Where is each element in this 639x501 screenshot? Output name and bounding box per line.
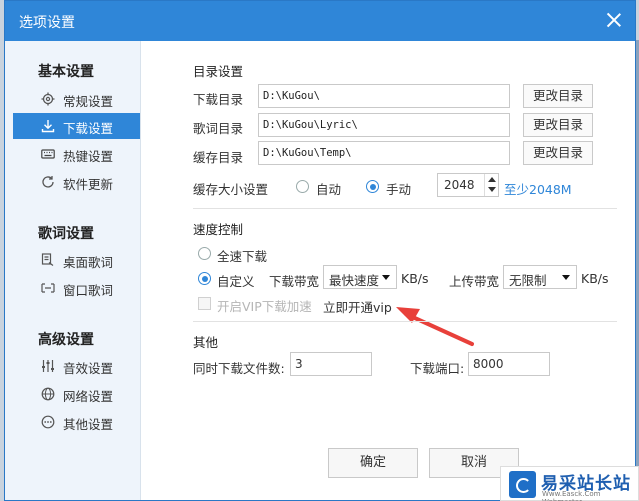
open-vip-link[interactable]: 立即开通vip: [323, 297, 392, 316]
section-title-other: 其他: [193, 335, 219, 350]
upload-bandwidth-select[interactable]: 无限制: [503, 265, 577, 289]
chevron-up-icon[interactable]: [488, 177, 496, 182]
upload-bandwidth-label: 上传带宽: [449, 274, 500, 289]
sidebar-item-label: 下载设置: [63, 121, 114, 136]
sidebar-item-label: 音效设置: [63, 361, 114, 376]
section-title-speed: 速度控制: [193, 222, 244, 237]
sidebar-item-label: 软件更新: [63, 177, 114, 192]
lyric-dir-input[interactable]: D:\KuGou\Lyric\: [258, 113, 510, 137]
download-bandwidth-value: 最快速度: [329, 273, 380, 288]
vip-accel-checkbox[interactable]: [198, 297, 211, 310]
change-cache-dir-button[interactable]: 更改目录: [523, 141, 593, 165]
custom-speed-label: 自定义: [217, 274, 255, 289]
group-title-advanced: 高级设置: [38, 332, 94, 348]
sidebar-item-label: 热键设置: [63, 149, 114, 164]
cache-dir-input[interactable]: D:\KuGou\Temp\: [258, 141, 510, 165]
sidebar-item-sound[interactable]: 音效设置: [13, 353, 140, 379]
full-speed-radio[interactable]: [198, 247, 211, 260]
close-icon[interactable]: [603, 9, 625, 31]
cache-dir-label: 缓存目录: [193, 150, 244, 165]
more-icon: [41, 415, 55, 429]
settings-content: 目录设置 下载目录 D:\KuGou\ 更改目录 歌词目录 D:\KuGou\L…: [142, 41, 635, 500]
annotation-arrow-icon: [396, 307, 474, 346]
sidebar-item-window-lyrics[interactable]: 窗口歌词: [13, 275, 140, 301]
download-icon: [41, 120, 55, 133]
sidebar-item-label: 网络设置: [63, 389, 114, 404]
sidebar-item-hotkey[interactable]: 热键设置: [13, 141, 140, 167]
title-bar[interactable]: 选项设置: [5, 1, 635, 41]
change-lyric-dir-button[interactable]: 更改目录: [523, 113, 593, 137]
concurrent-downloads-label: 同时下载文件数:: [193, 361, 285, 376]
download-unit: KB/s: [401, 271, 429, 286]
download-bandwidth-select[interactable]: 最快速度: [323, 265, 397, 289]
settings-sidebar: 基本设置 常规设置 下载设置 热键设置 软件更新 歌词设置 桌面歌词 窗口歌词 …: [5, 41, 141, 500]
ok-button[interactable]: 确定: [328, 448, 418, 478]
desktop-lyrics-icon: [41, 253, 54, 266]
equalizer-icon: [42, 360, 54, 372]
divider: [193, 208, 617, 209]
gear-icon: [41, 92, 55, 106]
custom-speed-radio[interactable]: [198, 272, 211, 285]
stepper-arrows[interactable]: [484, 174, 498, 196]
group-title-basic: 基本设置: [38, 64, 94, 80]
refresh-icon: [42, 176, 54, 188]
concurrent-downloads-input[interactable]: 3: [290, 352, 372, 376]
cache-manual-label: 手动: [386, 182, 412, 197]
sidebar-item-update[interactable]: 软件更新: [13, 169, 140, 195]
sidebar-item-download[interactable]: 下载设置: [13, 113, 140, 139]
divider: [193, 321, 617, 322]
group-title-lyrics: 歌词设置: [38, 226, 94, 242]
cache-manual-radio[interactable]: [366, 180, 379, 193]
site-watermark: 易采站长站 Www.Easck.Com Webmaster: [500, 466, 639, 501]
sidebar-item-general[interactable]: 常规设置: [13, 86, 140, 112]
globe-icon: [41, 387, 55, 401]
sidebar-item-label: 桌面歌词: [63, 255, 114, 270]
site-logo-icon: [509, 471, 536, 498]
upload-unit: KB/s: [581, 271, 609, 286]
download-port-label: 下载端口:: [410, 361, 465, 376]
download-dir-label: 下载目录: [193, 92, 244, 107]
chevron-down-icon: [562, 275, 570, 280]
chevron-down-icon[interactable]: [488, 187, 496, 192]
section-title-directory: 目录设置: [193, 64, 244, 79]
keyboard-icon: [41, 149, 55, 159]
sidebar-item-other[interactable]: 其他设置: [13, 409, 140, 435]
change-download-dir-button[interactable]: 更改目录: [523, 84, 593, 108]
sidebar-item-desktop-lyrics[interactable]: 桌面歌词: [13, 247, 140, 273]
download-port-input[interactable]: 8000: [468, 352, 550, 376]
download-bandwidth-label: 下载带宽: [269, 274, 320, 289]
full-speed-label: 全速下载: [217, 249, 268, 264]
window-title: 选项设置: [19, 15, 75, 31]
cache-size-label: 缓存大小设置: [193, 182, 269, 197]
sidebar-item-label: 窗口歌词: [63, 283, 114, 298]
window-lyrics-icon: [41, 283, 55, 293]
cache-size-value: 2048: [444, 178, 475, 192]
cache-size-stepper[interactable]: 2048: [437, 173, 499, 197]
lyric-dir-label: 歌词目录: [193, 121, 244, 136]
chevron-down-icon: [382, 275, 390, 280]
cache-size-hint: 至少2048M: [504, 182, 572, 197]
vip-accel-label: 开启VIP下载加速: [217, 299, 312, 314]
sidebar-item-network[interactable]: 网络设置: [13, 381, 140, 407]
cache-auto-label: 自动: [316, 182, 342, 197]
download-dir-input[interactable]: D:\KuGou\: [258, 84, 510, 108]
watermark-subtext: Www.Easck.Com Webmaster: [542, 490, 601, 501]
options-dialog: 选项设置 基本设置 常规设置 下载设置 热键设置 软件更新 歌词设置 桌面歌词 …: [4, 0, 636, 501]
cache-auto-radio[interactable]: [296, 180, 309, 193]
upload-bandwidth-value: 无限制: [509, 273, 547, 288]
sidebar-item-label: 常规设置: [63, 94, 114, 109]
sidebar-item-label: 其他设置: [63, 417, 114, 432]
